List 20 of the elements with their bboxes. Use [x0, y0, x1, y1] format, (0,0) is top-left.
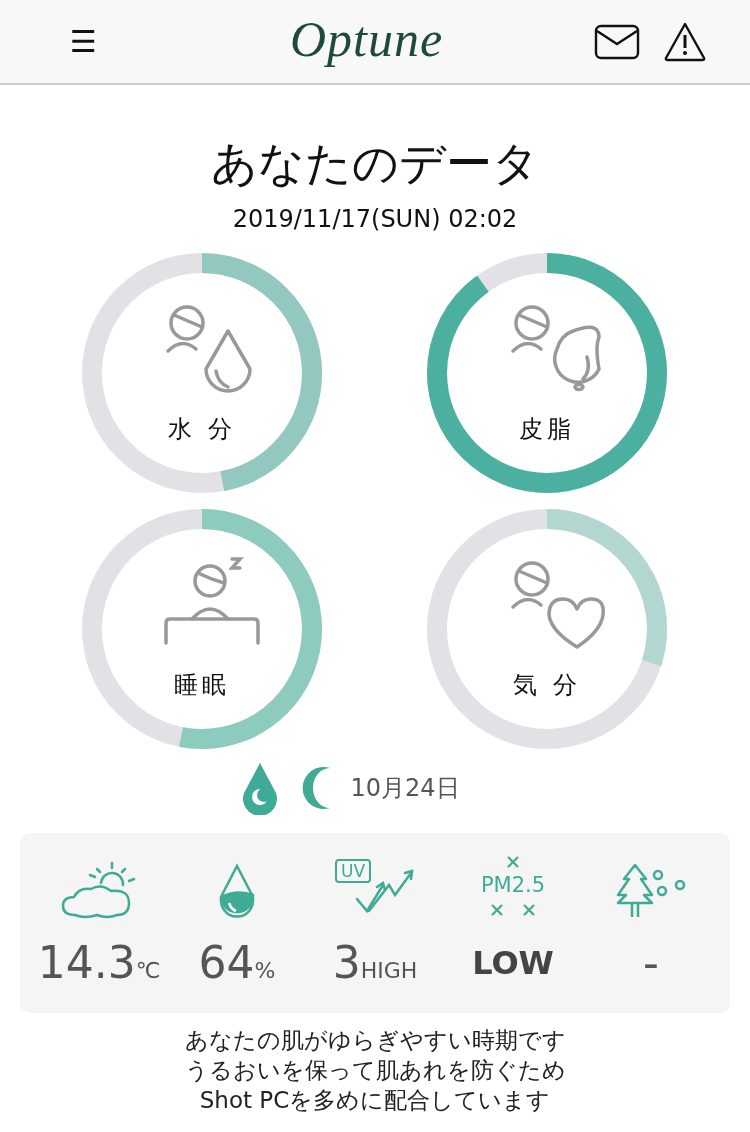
shot-date: 10月24日 [350, 773, 460, 804]
weather-value: LOW [472, 943, 554, 984]
advice-message: あなたの肌がゆらぎやすい時期です うるおいを保って肌あれを防ぐため Shot PCを多めに配合しています [183, 1026, 567, 1115]
logo: Optune [290, 10, 444, 68]
gauge-label: 皮脂 [519, 414, 575, 445]
weather-value: - [643, 936, 659, 990]
cloud-sun-icon [61, 859, 137, 919]
warning-icon[interactable] [664, 21, 706, 62]
weather-value: 14.3℃ [37, 936, 161, 990]
water-drop-icon [217, 863, 257, 919]
gauge-label: 気 分 [513, 670, 581, 701]
gauge-label: 水 分 [168, 414, 236, 445]
date-time: 2019/11/17(SUN) 02:02 [231, 205, 519, 233]
menu-button[interactable]: ☰ [66, 24, 101, 59]
weather-value: 3 HIGH [332, 936, 418, 990]
weather-value: 64% [198, 936, 276, 990]
mail-icon[interactable] [594, 23, 640, 60]
page-title: あなたのデータ [210, 135, 540, 192]
tree-pollen-icon [614, 863, 688, 919]
gauge-label: 睡眠 [174, 670, 230, 701]
